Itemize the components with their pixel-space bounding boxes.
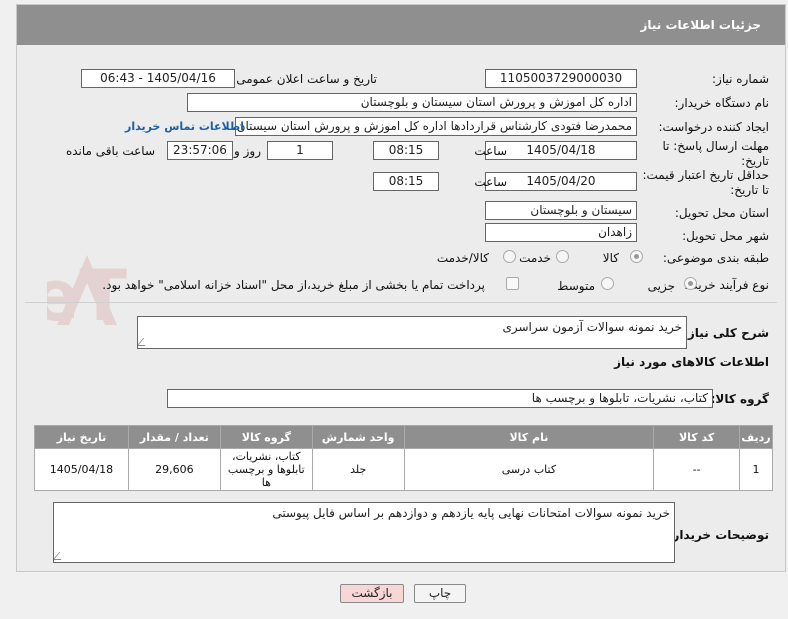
col-name: نام کالا (403, 425, 655, 449)
watermark-text: AriaTender.neT (47, 255, 127, 335)
col-group: گروه کالا (219, 425, 313, 449)
cell-date: 1405/04/18 (34, 448, 129, 491)
buyer-notes-text: خرید نمونه سوالات امتحانات نهایی پایه یا… (272, 506, 670, 520)
cell-qty: 29,606 (127, 448, 221, 491)
cell-code: -- (653, 448, 741, 491)
province-field: سیستان و بلوچستان (485, 201, 637, 220)
days-field: 1 (267, 141, 333, 160)
price-date-field: 1405/04/20 (485, 172, 637, 191)
payment-note: پرداخت تمام یا بخشی از مبلغ خرید،از محل … (102, 278, 485, 292)
need-details-panel: جزئیات اطلاعات نیاز AriaTender.neT شماره… (16, 4, 786, 572)
need-number-label: شماره نیاز: (712, 72, 769, 86)
process-label: نوع فرآیند خرید : (684, 278, 769, 292)
cell-name: کتاب درسی (403, 448, 655, 491)
contact-buyer-link[interactable]: اطلاعات تماس خریدار (125, 120, 244, 133)
buyer-notes-textarea[interactable]: خرید نمونه سوالات امتحانات نهایی پایه یا… (53, 502, 675, 563)
category-both-label: کالا/خدمت (436, 251, 489, 265)
resize-grip-icon[interactable] (138, 338, 152, 346)
cell-unit: جلد (311, 448, 405, 491)
cell-group: کتاب، نشریات، تابلوها و برچسب ها (219, 448, 313, 491)
goods-table: ردیف کد کالا نام کالا واحد شمارش گروه کا… (34, 425, 773, 491)
table-row[interactable]: 1 -- کتاب درسی جلد کتاب، نشریات، تابلوها… (34, 448, 773, 491)
category-both-radio[interactable] (503, 250, 516, 263)
category-service-label: خدمت (519, 251, 551, 265)
buyer-notes-label: توضیحات خریدار: (667, 528, 769, 542)
category-goods-radio[interactable] (630, 250, 643, 263)
summary-label: شرح کلی نیاز: (683, 326, 769, 340)
panel-header: جزئیات اطلاعات نیاز (17, 5, 785, 45)
col-row: ردیف (739, 425, 773, 449)
summary-text: خرید نمونه سوالات آزمون سراسری (502, 320, 682, 334)
summary-textarea[interactable]: خرید نمونه سوالات آزمون سراسری (137, 316, 687, 349)
divider (25, 302, 777, 303)
reply-time-label: ساعت (474, 144, 507, 158)
reply-time-field: 08:15 (373, 141, 439, 160)
remaining-label: ساعت باقی مانده (65, 144, 155, 158)
page-title: جزئیات اطلاعات نیاز (640, 18, 761, 32)
goods-group-label: گروه کالا: (710, 392, 769, 406)
resize-grip-icon[interactable] (54, 552, 68, 560)
col-unit: واحد شمارش (311, 425, 405, 449)
announce-field: 1405/04/16 - 06:43 (81, 69, 235, 88)
category-service-radio[interactable] (556, 250, 569, 263)
treasury-payment-checkbox[interactable] (506, 277, 519, 290)
back-button[interactable]: بازگشت (340, 584, 404, 603)
price-time-label: ساعت (474, 175, 507, 189)
city-label: شهر محل تحویل: (682, 229, 769, 243)
remaining-time-field: 23:57:06 (167, 141, 233, 160)
goods-group-field: کتاب، نشریات، تابلوها و برچسب ها (167, 389, 713, 408)
buyer-org-field: اداره کل اموزش و پرورش استان سیستان و بل… (187, 93, 637, 112)
buyer-org-label: نام دستگاه خریدار: (674, 96, 770, 110)
days-label: روز و (234, 144, 261, 158)
process-medium-radio[interactable] (601, 277, 614, 290)
col-qty: تعداد / مقدار (127, 425, 221, 449)
col-date: تاریخ نیاز (34, 425, 129, 449)
goods-info-title: اطلاعات کالاهای مورد نیاز (614, 355, 769, 369)
process-partial-label: جزیی (647, 279, 675, 293)
province-label: استان محل تحویل: (674, 206, 769, 220)
table-header-row: ردیف کد کالا نام کالا واحد شمارش گروه کا… (34, 425, 773, 449)
creator-label: ایجاد کننده درخواست: (658, 120, 769, 134)
creator-field: محمدرضا فتودی کارشناس قراردادها اداره کل… (235, 117, 637, 136)
category-label: طبقه بندی موضوعی: (662, 251, 769, 265)
reply-date-field: 1405/04/18 (485, 141, 637, 160)
col-code: کد کالا (653, 425, 741, 449)
reply-deadline-label: مهلت ارسال پاسخ: تا تاریخ: (662, 139, 769, 168)
process-partial-radio[interactable] (684, 277, 697, 290)
announce-label: تاریخ و ساعت اعلان عمومی: (232, 72, 377, 86)
category-goods-label: کالا (602, 251, 619, 265)
process-medium-label: متوسط (557, 279, 595, 293)
price-time-field: 08:15 (373, 172, 439, 191)
city-field: زاهدان (485, 223, 637, 242)
price-deadline-label: حداقل تاریخ اعتبار قیمت: تا تاریخ: (642, 168, 769, 197)
cell-row: 1 (739, 448, 773, 491)
need-number-field: 1105003729000030 (485, 69, 637, 88)
print-button[interactable]: چاپ (414, 584, 466, 603)
